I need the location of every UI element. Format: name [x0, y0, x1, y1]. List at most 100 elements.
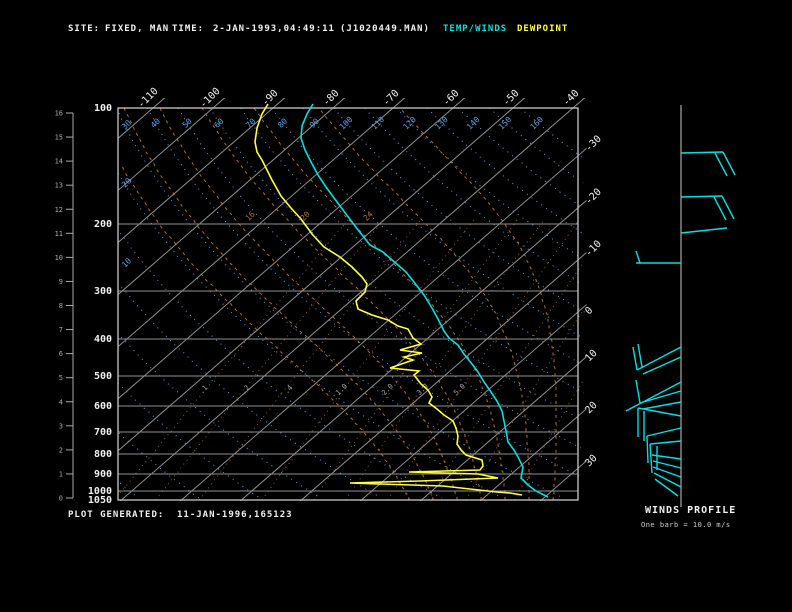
- isotherm-line: [117, 98, 406, 348]
- plot-generated-label: PLOT GENERATED:: [68, 510, 165, 520]
- pressure-label: 300: [94, 286, 112, 297]
- temp-top-label: -40: [561, 88, 582, 109]
- pressure-label: 700: [94, 427, 112, 438]
- wind-barb: [680, 195, 723, 198]
- mixing-ratio-line: [155, 219, 384, 501]
- dry-adiabat-label: 50: [181, 117, 194, 130]
- pressure-label: 100: [94, 103, 112, 114]
- isotherm-line: [117, 98, 166, 140]
- pressure-label: 1050: [88, 495, 112, 506]
- wind-barb: [646, 427, 682, 437]
- moist-adiabat-label: 16: [244, 210, 257, 223]
- mixing-ratio-label: 1.0: [334, 382, 349, 397]
- mixing-ratio-label: .2: [240, 384, 252, 396]
- sounding-screen: SITE: FIXED, MAN TIME: 2-JAN-1993,04:49:…: [0, 0, 792, 612]
- temp-top-label: -70: [381, 88, 402, 109]
- isotherm-line: [117, 98, 226, 192]
- isotherm-line: [299, 251, 587, 501]
- mixing-ratio-label: .1: [198, 384, 210, 396]
- height-label: 4: [59, 398, 63, 406]
- mixing-ratio-label: .4: [283, 384, 295, 396]
- dry-adiabat-label: 10: [120, 256, 133, 269]
- isoline-layer: [0, 94, 792, 502]
- temp-top-label: -110: [136, 86, 161, 111]
- temp-right-label: -20: [583, 187, 604, 208]
- height-label: 13: [55, 182, 63, 190]
- height-label: 1: [59, 470, 63, 478]
- pressure-label: 500: [94, 371, 112, 382]
- dry-adiabat-label: 140: [465, 115, 482, 132]
- temperature-curve: [300, 103, 549, 498]
- dry-adiabat-label: 80: [276, 117, 289, 130]
- wind-barb: [637, 343, 643, 368]
- isotherm-line: [0, 94, 49, 502]
- temp-right-label: 10: [583, 348, 599, 364]
- temp-top-label: -80: [321, 88, 342, 109]
- pressure-label: 800: [94, 449, 112, 460]
- wind-barb: [632, 346, 638, 371]
- dry-adiabat-line: [240, 107, 585, 394]
- dry-adiabat-line: [395, 107, 582, 259]
- dry-adiabat-line: [117, 382, 261, 499]
- isotherm-line: [599, 94, 792, 502]
- plot-border: [117, 107, 579, 501]
- wind-barb: [680, 151, 724, 154]
- height-label: 16: [55, 110, 63, 118]
- isotherm-line: [419, 356, 587, 501]
- height-label: 10: [55, 254, 63, 262]
- dry-adiabat-line: [302, 107, 584, 339]
- height-label: 8: [59, 302, 63, 310]
- temp-top-label: -50: [501, 88, 522, 109]
- height-label: 0: [59, 495, 63, 503]
- mixing-ratio-label: 5.0: [452, 382, 467, 397]
- wind-barb: [649, 440, 682, 445]
- temp-top-label: -100: [198, 86, 223, 111]
- mixing-ratio-line: [345, 219, 545, 501]
- moist-adiabat-line: [201, 107, 482, 500]
- moist-adiabat-line: [123, 107, 434, 500]
- wind-barb: [635, 250, 641, 264]
- wind-barb: [642, 401, 682, 410]
- moist-adiabat-label: 20: [299, 210, 312, 223]
- dry-adiabat-label: 160: [529, 115, 546, 132]
- wind-barb: [652, 466, 682, 478]
- pressure-label: 200: [94, 219, 112, 230]
- dry-adiabat-label: 30: [120, 118, 133, 131]
- mixing-ratio-line: [119, 219, 349, 494]
- dry-adiabat-label: 150: [497, 115, 514, 132]
- mixing-ratio-line: [387, 219, 580, 501]
- plot-generated-value: 11-JAN-1996,165123: [177, 510, 293, 520]
- mixing-ratio-label: 2.0: [380, 382, 395, 397]
- dewpoint-curve: [254, 103, 523, 496]
- wind-barb: [680, 227, 728, 234]
- wind-barb: [635, 379, 641, 404]
- wind-barb: [654, 478, 679, 497]
- height-label: 7: [59, 326, 63, 334]
- height-label: 6: [59, 350, 63, 358]
- wind-barb: [642, 356, 682, 375]
- temp-right-label: -10: [583, 239, 604, 260]
- dry-adiabat-label: 40: [149, 117, 162, 130]
- dry-adiabat-label: 110: [370, 115, 387, 132]
- height-label: 12: [55, 206, 63, 214]
- height-label: 11: [55, 230, 63, 238]
- mixing-ratio-line: [428, 261, 585, 501]
- moist-adiabat-line: [318, 107, 530, 500]
- dry-adiabat-line: [519, 107, 584, 159]
- winds-profile-subtitle: One barb = 10.0 m/s: [641, 521, 731, 529]
- height-label: 5: [59, 374, 63, 382]
- isotherm-line: [479, 408, 587, 501]
- temp-top-label: -60: [441, 88, 462, 109]
- pressure-label: 600: [94, 401, 112, 412]
- dry-adiabat-label: 100: [338, 115, 355, 132]
- wind-barb: [646, 435, 649, 464]
- dry-adiabat-label: 70: [244, 117, 257, 130]
- moist-adiabat-line: [399, 107, 557, 500]
- wind-barb: [649, 443, 653, 474]
- temp-right-label: -30: [583, 134, 604, 155]
- isotherm-line: [117, 98, 466, 400]
- moist-adiabat-label: 24: [362, 210, 375, 223]
- height-label: 14: [55, 158, 63, 166]
- isotherm-line: [117, 98, 286, 244]
- temp-right-label: 30: [583, 453, 599, 469]
